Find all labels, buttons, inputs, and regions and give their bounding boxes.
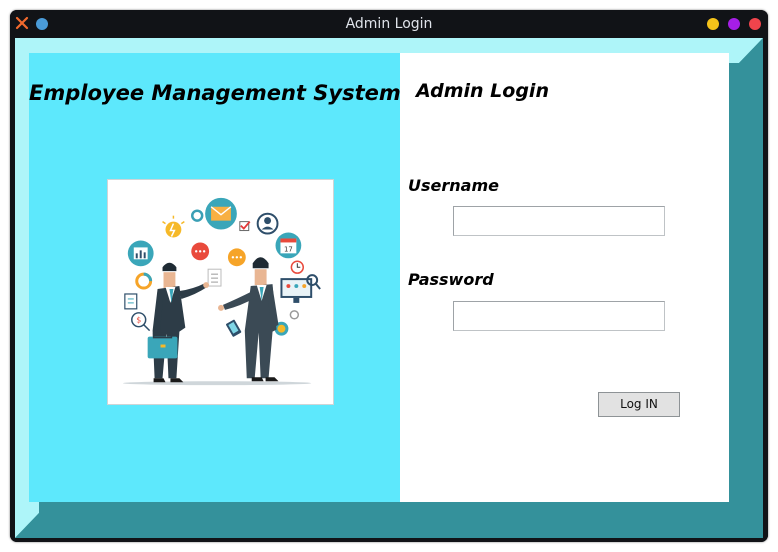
chat-bubble-icon: [191, 242, 210, 261]
title-bar[interactable]: Admin Login: [10, 10, 768, 38]
login-heading: Admin Login: [416, 80, 549, 102]
clipboard-icon: [124, 293, 138, 310]
window-title: Admin Login: [345, 16, 433, 32]
system-title: Employee Management System: [29, 81, 401, 105]
password-label: Password: [408, 270, 494, 289]
document-icon: [207, 268, 222, 287]
username-input[interactable]: [453, 206, 665, 236]
calendar-icon: 17: [275, 232, 302, 259]
envelope-icon: [205, 197, 237, 230]
chart-icon: [127, 240, 154, 267]
maximize-dot[interactable]: [728, 18, 740, 30]
svg-text:$: $: [136, 316, 141, 325]
login-button[interactable]: Log IN: [598, 392, 680, 417]
svg-text:17: 17: [284, 245, 293, 253]
close-dot[interactable]: [749, 18, 761, 30]
minimize-dot[interactable]: [707, 18, 719, 30]
username-label: Username: [408, 176, 499, 195]
business-handshake-illustration: 17 $: [107, 179, 334, 405]
password-input[interactable]: [453, 301, 665, 331]
message-icon: [227, 248, 246, 267]
